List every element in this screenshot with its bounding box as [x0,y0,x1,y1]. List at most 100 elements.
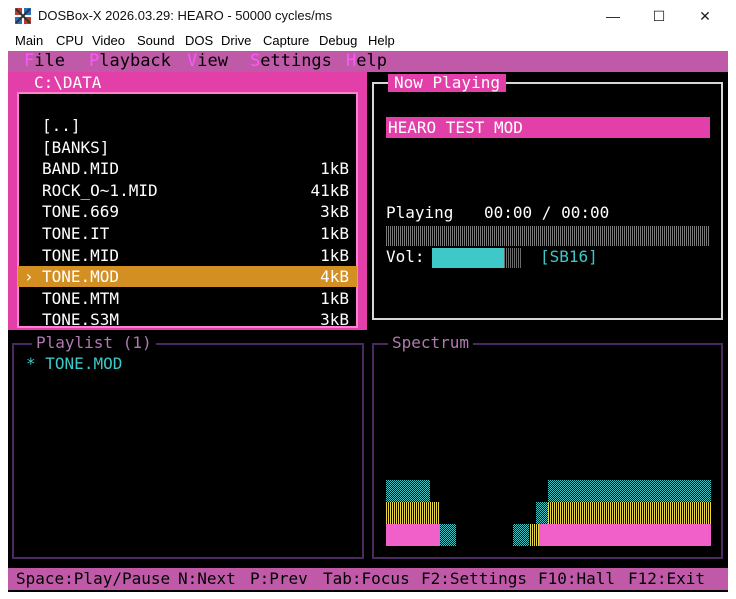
now-playing-title: Now Playing [388,74,506,92]
file-size: 4kB [320,267,349,287]
hint-settings: F2:Settings [421,569,527,588]
menu-label: iew [197,51,228,71]
spectrum-band [513,524,529,546]
app-menu-settings[interactable]: Settings [250,51,332,72]
hint-focus: Tab:Focus [323,569,410,588]
file-name: TONE.MOD [42,267,120,287]
volume-slider[interactable] [432,248,522,268]
spectrum-title: Spectrum [388,334,474,352]
key-hints-bar: Space:Play/Pause N:Next P:Prev Tab:Focus… [8,568,728,590]
dos-screen: File Playback View Settings Help C:\DATA… [8,51,728,592]
minimize-icon: — [606,8,620,24]
volume-label: Vol: [386,247,425,266]
spectrum-band [440,524,456,546]
playlist-item-name: TONE.MOD [45,354,123,373]
file-row[interactable]: BAND.MID 1kB [18,158,357,179]
dosbox-app-icon [15,8,31,24]
playlist-panel: Playlist (1) * TONE.MOD [12,334,364,559]
spectrum-band [548,480,711,502]
maximize-button[interactable]: ☐ [636,0,682,32]
app-menu-view[interactable]: View [187,51,228,72]
spectrum-band [548,502,711,524]
file-row[interactable]: TONE.MTM 1kB [18,288,357,309]
file-row[interactable]: ROCK_O~1.MID 41kB [18,180,357,201]
song-title: HEARO TEST MOD [386,117,710,138]
spectrum-panel: Spectrum [372,334,723,559]
file-name: BAND.MID [42,159,120,179]
file-row[interactable]: TONE.669 3kB [18,201,357,222]
emu-menu-drive[interactable]: Drive [221,33,251,48]
sound-device: [SB16] [540,247,598,266]
menu-hotkey: F [24,51,35,71]
selection-marker-icon: › [24,267,34,287]
file-browser-panel: C:\DATA [..] [BANKS] BAND.MID 1kB ROCK_O~1.M… [8,72,367,330]
hint-play-pause: Space:Play/Pause [16,569,171,588]
app-menu-help[interactable]: Help [346,51,387,72]
file-name: TONE.669 [42,202,120,222]
spectrum-band [386,480,430,502]
file-row[interactable]: TONE.IT 1kB [18,223,357,244]
window-titlebar[interactable]: DOSBox-X 2026.03.29: HEARO - 50000 cycle… [0,0,736,32]
close-button[interactable]: ✕ [682,0,728,32]
menu-label: ettings [260,51,332,71]
file-row[interactable]: TONE.MID 1kB [18,245,357,266]
file-row[interactable]: [..] [18,115,357,136]
app-menu-playback[interactable]: Playback [89,51,171,72]
playlist-item[interactable]: * TONE.MOD [26,354,122,373]
playlist-title: Playlist (1) [32,334,156,352]
file-row[interactable]: [BANKS] [18,137,357,158]
maximize-icon: ☐ [652,7,666,24]
emu-menu-capture[interactable]: Capture [263,33,309,48]
emu-menu-cpu[interactable]: CPU [56,33,83,48]
file-name: TONE.MID [42,245,120,265]
file-size: 3kB [320,202,349,222]
file-name: ROCK_O~1.MID [42,180,158,200]
hint-prev: P:Prev [250,569,308,588]
file-size: 3kB [320,310,349,330]
menu-hotkey: S [250,51,261,71]
window-title: DOSBox-X 2026.03.29: HEARO - 50000 cycle… [38,8,333,23]
hint-exit: F12:Exit [628,569,706,588]
emu-menu-help[interactable]: Help [368,33,395,48]
file-size: 1kB [320,159,349,179]
hint-next: N:Next [178,569,236,588]
spectrum-band [529,524,539,546]
menu-label: ile [34,51,65,71]
app-menu-file[interactable]: File [24,51,65,72]
file-row[interactable]: TONE.S3M 3kB [18,309,357,330]
menu-hotkey: H [346,51,357,71]
emu-menu-debug[interactable]: Debug [319,33,357,48]
file-name: [..] [42,116,81,135]
playback-status: Playing [386,203,454,222]
spectrum-visualizer [386,480,711,546]
hint-hall: F10:Hall [538,569,616,588]
file-name: [BANKS] [42,137,110,157]
file-size: 41kB [310,180,349,200]
emu-menu-main[interactable]: Main [15,33,43,48]
file-size: 1kB [320,245,349,265]
file-size: 1kB [320,288,349,308]
file-row[interactable]: › TONE.MOD 4kB [18,266,357,288]
progress-bar[interactable] [386,226,710,246]
volume-fill [432,248,504,268]
app-menu-bar: File Playback View Settings Help [8,51,728,72]
file-size: 1kB [320,224,349,243]
playlist-item-marker: * [26,354,36,373]
file-name: TONE.IT [42,224,110,243]
emu-menu-sound[interactable]: Sound [137,33,175,48]
menu-hotkey: V [187,51,198,71]
spectrum-band [536,502,548,524]
emulator-menu-bar: Main CPU Video Sound DOS Drive Capture D… [0,32,736,51]
menu-hotkey: P [89,51,100,71]
emu-menu-dos[interactable]: DOS [185,33,213,48]
menu-label: elp [356,51,387,71]
emu-menu-video[interactable]: Video [92,33,125,48]
file-name: TONE.S3M [42,310,120,330]
spectrum-band [386,502,440,524]
close-icon: ✕ [699,7,711,24]
spectrum-band [539,524,711,546]
now-playing-panel: Now Playing HEARO TEST MOD Playing 00:00… [372,74,723,320]
file-browser-title: C:\DATA [30,74,106,92]
minimize-button[interactable]: — [590,0,636,32]
menu-label: layback [99,51,171,71]
